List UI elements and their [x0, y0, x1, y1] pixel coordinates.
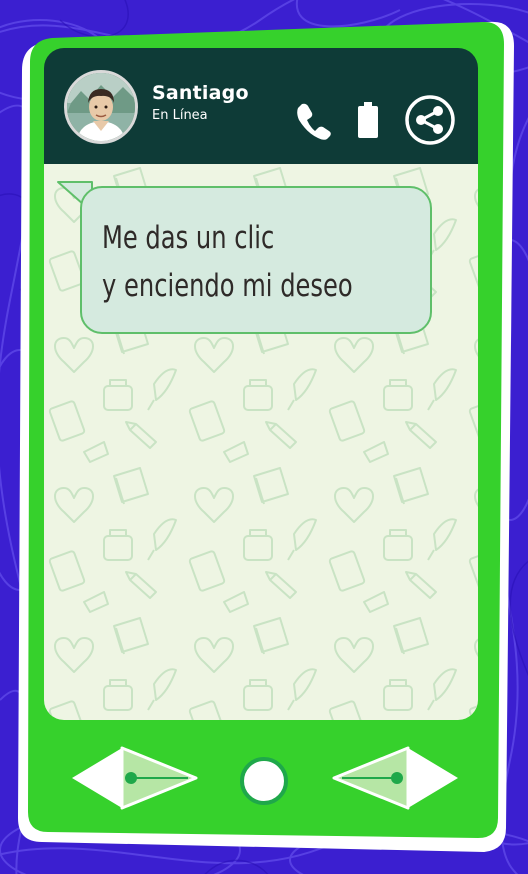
bottom-nav: [72, 746, 458, 810]
arrow-left-icon[interactable]: [72, 746, 198, 810]
arrow-right-icon[interactable]: [332, 746, 458, 810]
home-circle-icon[interactable]: [240, 757, 288, 805]
